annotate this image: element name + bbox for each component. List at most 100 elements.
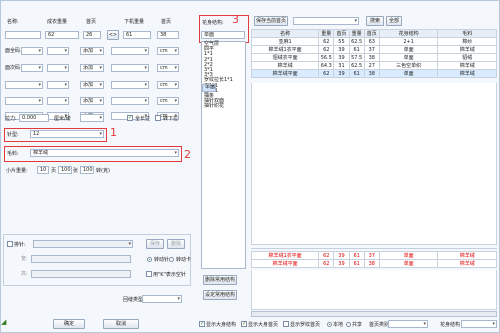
width-input[interactable] [31, 255, 131, 263]
row-select-a[interactable] [5, 97, 43, 105]
search-button[interactable]: 搜索 [366, 16, 384, 26]
cell: 亚麻1 [250, 37, 320, 46]
table-row[interactable]: 棉羊绒1衣平面 62 39 61 37 单面 棉羊绒 [250, 251, 497, 260]
structure-list[interactable]: 空气层 四平 1*1 2*1 2*2 3*1 3*3 罗纹拉长1*1 单面 面1… [201, 41, 246, 269]
row-option-select[interactable]: 添加 [80, 64, 104, 72]
row-select-b[interactable] [47, 64, 69, 72]
row-unit-select[interactable]: cm [157, 64, 179, 72]
cell: 56.5 [318, 53, 335, 62]
needle-select[interactable]: 12 [30, 130, 104, 138]
row-field-select[interactable] [111, 64, 149, 72]
table-row[interactable]: 棉羊绒 64.3 31 62.5 27 三色空单织 棉羊绒 [250, 61, 497, 70]
turn-card-label: 转动卡 [176, 257, 192, 263]
col-header[interactable]: 重量 [348, 29, 365, 38]
col-header[interactable]: 重量 [318, 29, 335, 38]
name-input[interactable] [5, 31, 41, 39]
cell: 27 [363, 61, 380, 70]
list-item[interactable]: 抽针织花 [202, 104, 245, 109]
table-row[interactable]: 棉羊绒平面 62 39 61 38 单面 棉羊绒 [250, 259, 497, 268]
table-empty-area [251, 83, 497, 245]
cell: 39 [333, 53, 350, 62]
row-option-select[interactable]: 添加 [80, 97, 104, 105]
shared-radio[interactable] [346, 322, 351, 327]
pull-input[interactable]: 0.000 [19, 114, 49, 122]
row-unit-select[interactable]: cm [157, 81, 179, 89]
garment-weight-input[interactable]: 62 [45, 31, 79, 39]
cell: 57.5 [348, 53, 365, 62]
cell: 貂绒衣平面 [250, 53, 320, 62]
table-row[interactable]: 亚麻1 62 55 62.5 63 2+1 棉纱 [250, 37, 497, 46]
piece-weight-input-1[interactable]: 10 [37, 166, 49, 174]
all-button[interactable]: 全部 [386, 16, 402, 26]
show-body-structure-checkbox[interactable]: ✓ [199, 321, 205, 327]
cell: 单面 [378, 45, 439, 54]
row-field-select[interactable] [111, 47, 149, 55]
search-select[interactable] [293, 17, 359, 25]
col-header[interactable]: 名称 [250, 29, 320, 38]
table-row[interactable]: 貂绒衣平面 56.5 39 57.5 38 单面 貂绒 [250, 53, 497, 62]
col-header[interactable]: 首页 [333, 29, 350, 38]
row-field-select[interactable] [111, 81, 149, 89]
pull-label: 拉力: [5, 116, 17, 122]
row-select-b[interactable] [47, 47, 69, 55]
row-select-a[interactable] [21, 47, 43, 55]
cell: 38 [363, 259, 380, 268]
row-select-b[interactable] [47, 97, 69, 105]
col-header[interactable]: 首页 [363, 29, 380, 38]
show-rib-page-checkbox[interactable] [283, 321, 289, 327]
row-select-b[interactable] [47, 81, 69, 89]
row-unit-select[interactable]: cm [157, 47, 179, 55]
ok-button[interactable]: 确定 [53, 319, 85, 329]
turn-card-radio[interactable] [169, 257, 174, 262]
page-category-select[interactable] [388, 320, 428, 328]
horizontal-scrollbar[interactable] [251, 311, 497, 317]
col-header[interactable]: 毛料 [437, 29, 497, 38]
arrange-checkbox[interactable] [7, 241, 13, 247]
cell: 62 [318, 259, 335, 268]
piece-weight-input-2[interactable]: 100 [58, 166, 72, 174]
row-option-select[interactable]: 添加 [80, 47, 104, 55]
turn-needle-radio[interactable] [147, 257, 152, 262]
arrange-label: 排针: [14, 242, 26, 248]
set-common-structure-button[interactable]: 设定常用结构 [203, 290, 237, 300]
dialog-window: 名称: 成衣重量 首页 下机重量 首页 62 26 <> 61 38 面全码 添… [0, 0, 500, 333]
delete-common-structure-button[interactable]: 删除常用结构 [203, 275, 237, 285]
show-body-page-checkbox[interactable]: ✓ [241, 321, 247, 327]
cell: 37 [363, 45, 380, 54]
page-input[interactable]: 26 [83, 31, 101, 39]
row-option-select[interactable]: 添加 [80, 81, 104, 89]
cell: 39 [333, 45, 350, 54]
table-header-row: 名称 重量 首页 重量 首页 花身结构 毛料 [250, 29, 497, 38]
k-empty-checkbox[interactable] [146, 271, 152, 277]
arrange-select[interactable] [33, 240, 133, 248]
row-unit-select[interactable]: cm [157, 97, 179, 105]
col-header[interactable]: 花身结构 [378, 29, 439, 38]
cancel-button[interactable]: 取消 [103, 319, 139, 329]
piece-weight-input-3[interactable]: 100 [80, 166, 94, 174]
pull-select[interactable] [80, 114, 104, 122]
down-pull-checkbox[interactable] [155, 115, 161, 121]
swap-button[interactable]: <> [107, 30, 119, 40]
backseam-type-select[interactable] [142, 295, 182, 303]
cell: 62 [318, 45, 335, 54]
height-input[interactable] [31, 270, 131, 278]
row-select-a[interactable] [5, 81, 43, 89]
drop-weight-input[interactable]: 61 [123, 31, 151, 39]
row-select-a[interactable] [21, 64, 43, 72]
delete-button[interactable]: 删除 [167, 239, 185, 249]
full-pull-checkbox[interactable]: ✓ [127, 115, 133, 121]
cell: 38 [363, 69, 380, 78]
structure-input[interactable]: 单面 [201, 31, 245, 39]
table-row[interactable]: 棉羊绒1衣平面 62 39 61 37 单面 棉羊绒 [250, 45, 497, 54]
save-button[interactable]: 保存 [146, 239, 164, 249]
unit-1-label: 页 [51, 168, 57, 174]
table-row[interactable]: 棉羊绒平面 62 39 61 38 单面 棉羊绒 [250, 69, 497, 78]
list-item[interactable]: 单面 [202, 83, 217, 92]
local-radio[interactable] [327, 322, 332, 327]
structure-filter-select[interactable] [461, 320, 497, 328]
page-header: 首页 [86, 19, 97, 25]
save-current-page-button[interactable]: 保存当前首页 [254, 16, 288, 26]
drop-page-input[interactable]: 38 [157, 31, 179, 39]
row-field-select[interactable] [111, 97, 149, 105]
yarn-select[interactable]: 棉羊绒 [30, 149, 179, 157]
